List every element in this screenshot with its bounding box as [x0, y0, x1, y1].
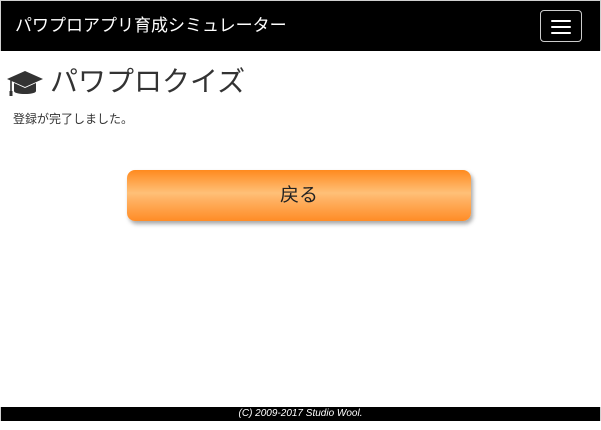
- footer-copyright: (C) 2009-2017 Studio Wool.: [238, 408, 363, 419]
- page-title: パワプロクイズ: [50, 65, 246, 98]
- navbar: パワプロアプリ育成シミュレーター: [0, 0, 601, 51]
- back-button[interactable]: 戻る: [127, 170, 471, 221]
- completion-message: 登録が完了しました。: [13, 112, 134, 126]
- footer: (C) 2009-2017 Studio Wool.: [0, 407, 601, 421]
- hamburger-menu-icon-bar: [551, 26, 571, 28]
- menu-toggle-button[interactable]: [540, 10, 582, 42]
- hamburger-menu-icon-bar: [551, 32, 571, 34]
- graduation-cap-icon: [7, 71, 43, 96]
- hamburger-menu-icon: [551, 20, 571, 22]
- navbar-brand[interactable]: パワプロアプリ育成シミュレーター: [15, 14, 287, 38]
